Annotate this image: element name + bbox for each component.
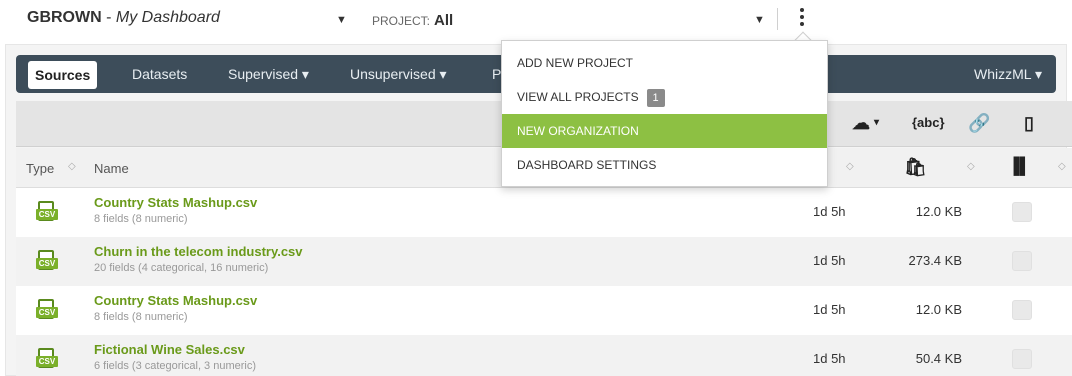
csv-file-icon: CSV	[36, 348, 58, 370]
source-age: 1d 5h	[813, 351, 846, 366]
nav-unsupervised[interactable]: Unsupervised ▾	[350, 66, 447, 83]
menu-item-view-all-projects[interactable]: VIEW ALL PROJECTS 1	[502, 80, 827, 114]
table-row[interactable]: CSV Country Stats Mashup.csv 8 fields (8…	[16, 188, 1072, 237]
more-options-icon[interactable]	[796, 5, 808, 33]
project-selector[interactable]: PROJECT: All	[372, 12, 453, 29]
source-fields: 20 fields (4 categorical, 16 numeric)	[94, 262, 269, 274]
source-fields: 6 fields (3 categorical, 3 numeric)	[94, 360, 257, 372]
source-fields: 8 fields (8 numeric)	[94, 311, 188, 323]
source-size: 12.0 KB	[915, 204, 962, 219]
add-text-icon[interactable]: {abc}	[912, 115, 945, 130]
nav-datasets[interactable]: Datasets	[132, 66, 187, 82]
column-type[interactable]: Type	[26, 161, 54, 176]
nav-predictions[interactable]: P	[492, 66, 501, 82]
nav-supervised[interactable]: Supervised ▾	[228, 66, 309, 83]
row-checkbox[interactable]	[1012, 300, 1032, 320]
sort-icon[interactable]: ◇	[967, 161, 975, 172]
menu-item-add-new-project[interactable]: ADD NEW PROJECT	[502, 46, 827, 80]
top-bar: GBROWN - My Dashboard ▼ PROJECT: All ▼	[0, 0, 1072, 40]
size-bag-icon[interactable]: 🛍	[904, 157, 927, 178]
nav-whizzml[interactable]: WhizzML ▾	[974, 66, 1042, 83]
dashboard-name: My Dashboard	[115, 9, 220, 26]
dashboard-selector[interactable]: GBROWN - My Dashboard	[27, 9, 220, 27]
csv-file-icon: CSV	[36, 201, 58, 223]
divider	[777, 8, 778, 30]
row-checkbox[interactable]	[1012, 202, 1032, 222]
source-age: 1d 5h	[813, 253, 846, 268]
cloud-upload-icon[interactable]: ☁	[852, 113, 870, 134]
csv-file-icon: CSV	[36, 299, 58, 321]
sort-icon[interactable]: ◇	[1058, 161, 1066, 172]
source-size: 12.0 KB	[915, 302, 962, 317]
table-row[interactable]: CSV Churn in the telecom industry.csv 20…	[16, 237, 1072, 286]
menu-item-label: VIEW ALL PROJECTS	[517, 90, 639, 104]
organization-user: GBROWN	[27, 9, 102, 26]
sort-icon[interactable]: ◇	[68, 161, 76, 172]
csv-file-icon: CSV	[36, 250, 58, 272]
table-row[interactable]: CSV Country Stats Mashup.csv 8 fields (8…	[16, 286, 1072, 335]
title-separator: -	[101, 9, 116, 26]
bar-chart-icon[interactable]: ▐▌	[1008, 158, 1031, 176]
menu-item-new-organization[interactable]: NEW ORGANIZATION	[502, 114, 827, 148]
source-age: 1d 5h	[813, 204, 846, 219]
source-name[interactable]: Country Stats Mashup.csv	[94, 293, 257, 308]
source-fields: 8 fields (8 numeric)	[94, 213, 188, 225]
options-dropdown-menu: ADD NEW PROJECT VIEW ALL PROJECTS 1 NEW O…	[501, 40, 828, 187]
row-checkbox[interactable]	[1012, 349, 1032, 369]
source-name[interactable]: Churn in the telecom industry.csv	[94, 244, 303, 259]
source-name[interactable]: Fictional Wine Sales.csv	[94, 342, 245, 357]
project-count-badge: 1	[646, 88, 665, 107]
sort-icon[interactable]: ◇	[846, 161, 854, 172]
source-size: 50.4 KB	[915, 351, 962, 366]
cloud-upload-caret-icon[interactable]: ▾	[874, 117, 879, 128]
menu-item-label: NEW ORGANIZATION	[517, 124, 639, 138]
project-label: PROJECT:	[372, 14, 431, 28]
project-value: All	[434, 12, 454, 29]
dashboard-dropdown-caret-icon[interactable]: ▼	[336, 14, 347, 26]
source-size: 273.4 KB	[908, 253, 963, 268]
nav-sources[interactable]: Sources	[28, 61, 98, 89]
row-checkbox[interactable]	[1012, 251, 1032, 271]
menu-item-dashboard-settings[interactable]: DASHBOARD SETTINGS	[502, 148, 827, 182]
source-name[interactable]: Country Stats Mashup.csv	[94, 195, 257, 210]
add-link-icon[interactable]: 🔗	[968, 113, 990, 134]
source-age: 1d 5h	[813, 302, 846, 317]
add-file-icon[interactable]: ▯	[1024, 113, 1034, 134]
menu-item-label: DASHBOARD SETTINGS	[517, 158, 657, 172]
menu-item-label: ADD NEW PROJECT	[517, 56, 634, 70]
table-row[interactable]: CSV Fictional Wine Sales.csv 6 fields (3…	[16, 335, 1072, 376]
project-dropdown-caret-icon[interactable]: ▼	[754, 14, 765, 26]
column-name[interactable]: Name	[94, 161, 129, 176]
